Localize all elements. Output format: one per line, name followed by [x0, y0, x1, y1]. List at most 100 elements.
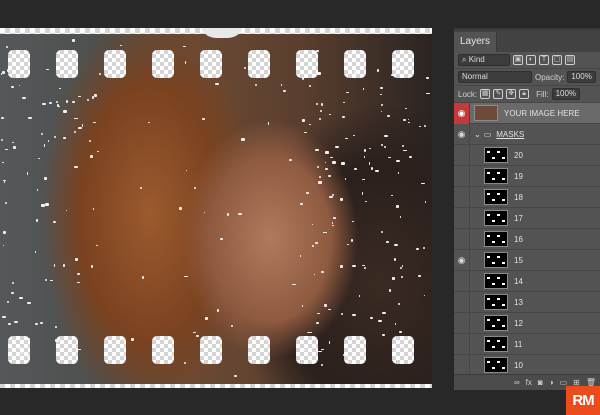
layer-row[interactable]: ◉ YOUR IMAGE HERE	[454, 102, 600, 124]
texture-speck	[319, 176, 322, 178]
layer-row[interactable]: 18	[454, 186, 600, 208]
texture-speck	[371, 167, 373, 170]
layer-name: 19	[514, 171, 523, 181]
texture-speck	[368, 162, 370, 166]
layer-name: MASKS	[496, 129, 525, 139]
texture-speck	[409, 155, 413, 158]
mask-icon[interactable]: ◙	[538, 378, 543, 387]
layer-name: 20	[514, 150, 523, 160]
texture-speck	[380, 110, 382, 113]
layer-row[interactable]: 10	[454, 354, 600, 376]
eye-hidden-slot[interactable]	[454, 207, 470, 229]
texture-speck	[379, 93, 382, 95]
layer-row[interactable]: 16	[454, 228, 600, 250]
eye-hidden-slot[interactable]	[454, 312, 470, 334]
eye-icon[interactable]: ◉	[454, 123, 470, 145]
layer-row[interactable]: 14	[454, 270, 600, 292]
layer-thumbnail	[484, 336, 508, 352]
texture-speck	[5, 202, 7, 205]
texture-speck	[18, 347, 21, 351]
chevron-down-icon[interactable]: ⌄	[474, 130, 481, 139]
texture-speck	[328, 308, 332, 310]
shape-filter-icon[interactable]: ▢	[552, 55, 562, 65]
texture-speck	[333, 216, 336, 220]
layer-row[interactable]: 20	[454, 144, 600, 166]
tab-layers[interactable]: Layers	[454, 32, 498, 52]
texture-speck	[396, 204, 400, 208]
eye-hidden-slot[interactable]	[454, 270, 470, 292]
smart-filter-icon[interactable]: ▤	[565, 55, 575, 65]
texture-speck	[10, 86, 14, 88]
texture-speck	[389, 289, 391, 293]
texture-speck	[52, 220, 56, 223]
texture-speck	[193, 187, 196, 189]
eye-hidden-slot[interactable]	[454, 144, 470, 166]
texture-speck	[358, 295, 361, 297]
layer-name: 15	[514, 255, 523, 265]
document-canvas[interactable]	[0, 28, 432, 388]
eye-icon[interactable]: ◉	[454, 249, 470, 271]
texture-speck	[335, 145, 339, 148]
texture-speck	[205, 316, 209, 320]
texture-speck	[35, 323, 39, 325]
layer-name: 17	[514, 213, 523, 223]
opacity-field[interactable]: 100%	[567, 71, 596, 83]
layer-name: YOUR IMAGE HERE	[504, 108, 580, 118]
type-filter-icon[interactable]: T	[539, 55, 549, 65]
layer-row[interactable]: 11	[454, 333, 600, 355]
layer-row[interactable]: 13	[454, 291, 600, 313]
fill-label: Fill:	[536, 89, 549, 99]
texture-speck	[300, 203, 304, 205]
layer-thumbnail	[474, 105, 498, 121]
lock-position-icon[interactable]: ✥	[506, 89, 517, 99]
layer-row[interactable]: 17	[454, 207, 600, 229]
layer-group-row[interactable]: ◉ ⌄ ▭ MASKS	[454, 123, 600, 145]
layer-name: 11	[514, 339, 523, 349]
link-icon[interactable]: ∞	[514, 378, 520, 387]
texture-speck	[86, 99, 90, 101]
layer-thumbnail	[484, 189, 508, 205]
eye-hidden-slot[interactable]	[454, 333, 470, 355]
lock-all-icon[interactable]: 🔒︎	[519, 89, 530, 99]
texture-speck	[315, 321, 319, 325]
filter-kind-select[interactable]: ⌕ Kind	[458, 54, 510, 66]
layer-row[interactable]: 19	[454, 165, 600, 187]
perforation-hole	[392, 336, 414, 364]
texture-speck	[97, 150, 99, 153]
pixel-filter-icon[interactable]: ▣	[513, 55, 523, 65]
eye-hidden-slot[interactable]	[454, 165, 470, 187]
layer-row[interactable]: ◉ 15	[454, 249, 600, 271]
texture-speck	[341, 162, 345, 166]
texture-speck	[397, 302, 401, 305]
texture-speck	[394, 244, 398, 247]
eye-hidden-slot[interactable]	[454, 354, 470, 376]
texture-speck	[241, 138, 245, 141]
eye-hidden-slot[interactable]	[454, 228, 470, 250]
eye-icon[interactable]: ◉	[454, 102, 470, 124]
texture-speck	[230, 324, 233, 328]
lock-pixels-icon[interactable]: ✎	[493, 89, 504, 99]
perforation-hole	[200, 50, 222, 78]
eye-hidden-slot[interactable]	[454, 186, 470, 208]
texture-speck	[58, 87, 61, 90]
blend-row: Normal Opacity: 100%	[454, 69, 600, 86]
perforation-hole	[104, 336, 126, 364]
folder-icon: ▭	[483, 129, 492, 139]
fx-icon[interactable]: fx	[526, 378, 532, 387]
texture-speck	[215, 83, 219, 85]
texture-speck	[380, 231, 383, 233]
perforation-hole	[56, 50, 78, 78]
fill-field[interactable]: 100%	[551, 88, 581, 100]
eye-hidden-slot[interactable]	[454, 291, 470, 313]
texture-speck	[346, 243, 350, 245]
layer-name: 12	[514, 318, 523, 328]
lock-transparency-icon[interactable]: ▦	[480, 89, 491, 99]
adjustment-filter-icon[interactable]: ◐	[526, 55, 536, 65]
texture-speck	[22, 97, 26, 99]
texture-speck	[63, 110, 67, 113]
adjustment-icon[interactable]: ◑	[549, 378, 554, 387]
layer-name: 16	[514, 234, 523, 244]
blend-mode-select[interactable]: Normal	[458, 71, 532, 83]
layer-row[interactable]: 12	[454, 312, 600, 334]
texture-speck	[393, 258, 397, 261]
